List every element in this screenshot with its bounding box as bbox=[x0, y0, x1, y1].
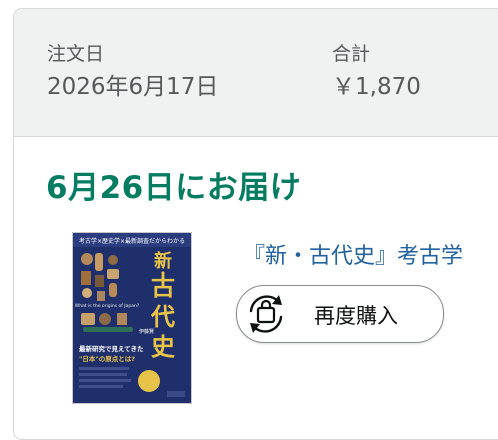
order-total-label: 合計 bbox=[332, 43, 371, 65]
cover-en-subtitle: What is the origins of Japan? bbox=[75, 303, 140, 309]
bag-refresh-icon bbox=[249, 295, 283, 333]
order-card-header: 注文日 2026年6月17日 合計 ￥1,870 bbox=[14, 9, 498, 137]
product-thumbnail[interactable]: 考古学×歴史学×最新調査だからわかる 新 古 代 史 What is the o… bbox=[72, 232, 192, 404]
book-cover-image: 考古学×歴史学×最新調査だからわかる 新 古 代 史 What is the o… bbox=[73, 233, 191, 403]
cover-bottom-line-2: "日本"の原点とは? bbox=[79, 354, 135, 363]
order-total-value: ￥1,870 bbox=[332, 74, 421, 100]
order-card: 注文日 2026年6月17日 合計 ￥1,870 6月26日にお届け 考古学×歴… bbox=[13, 8, 498, 440]
order-date-label: 注文日 bbox=[47, 43, 105, 65]
order-date-value: 2026年6月17日 bbox=[47, 74, 219, 100]
buy-again-label: 再度購入 bbox=[314, 304, 398, 328]
cover-title-char-3: 代 bbox=[150, 302, 175, 331]
cover-bottom-line-1: 最新研究で見えてきた bbox=[79, 344, 144, 353]
product-title-link[interactable]: 『新・古代史』考古学 bbox=[243, 238, 498, 270]
cover-author: 伊藤賢 bbox=[139, 328, 154, 335]
buy-again-button[interactable]: 再度購入 bbox=[236, 285, 444, 343]
delivery-status: 6月26日にお届け bbox=[46, 170, 302, 206]
cover-title-char-4: 史 bbox=[151, 332, 176, 361]
cover-title-char-2: 古 bbox=[151, 272, 175, 301]
cover-top-text: 考古学×歴史学×最新調査だからわかる bbox=[79, 237, 185, 245]
cover-title-char-1: 新 bbox=[154, 250, 172, 272]
